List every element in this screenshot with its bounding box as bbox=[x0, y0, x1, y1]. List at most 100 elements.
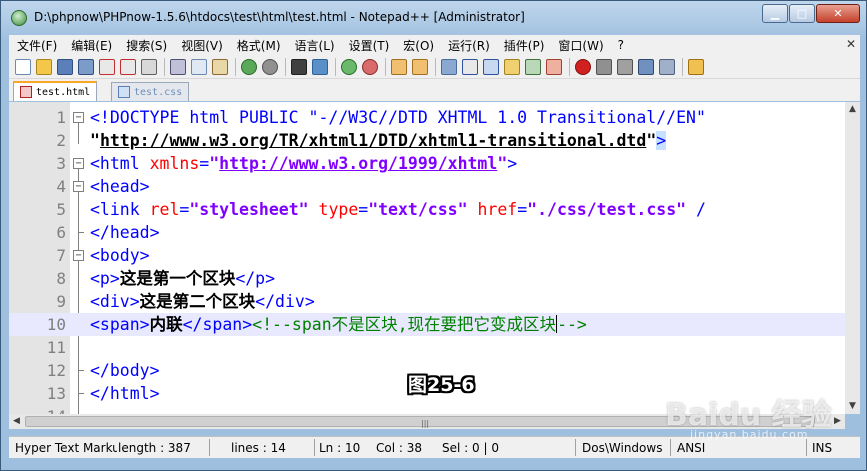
menu-file[interactable]: 文件(F) bbox=[9, 37, 63, 54]
close-window-button[interactable]: ✕ bbox=[816, 4, 860, 23]
quote: " bbox=[497, 154, 508, 173]
window-controls: ▁ □ ✕ bbox=[761, 4, 860, 23]
code-line[interactable]: 7 <body> bbox=[9, 244, 845, 267]
toolbar-separator bbox=[235, 57, 236, 76]
sync-v-icon[interactable] bbox=[391, 58, 407, 75]
code-line[interactable]: 8 <p>这是第一个区块</p> bbox=[9, 267, 845, 290]
zoom-in-icon[interactable] bbox=[341, 58, 357, 75]
all-chars-icon[interactable] bbox=[462, 58, 478, 75]
toolbar bbox=[9, 55, 860, 79]
close-document-icon[interactable]: ✕ bbox=[846, 37, 856, 51]
menu-window[interactable]: 窗口(W) bbox=[550, 37, 609, 54]
find-icon[interactable] bbox=[291, 58, 307, 75]
tab-test-html[interactable]: test.html bbox=[13, 81, 98, 101]
code-line[interactable]: 4 <head> bbox=[9, 175, 845, 198]
tag: <body> bbox=[90, 246, 150, 265]
close-all-icon[interactable] bbox=[120, 58, 136, 75]
indent-guide-icon[interactable] bbox=[483, 58, 499, 75]
code-editor[interactable]: − − − − 1 <!DOCTYPE html PUBLIC "-//W3C/… bbox=[9, 102, 845, 414]
undo-icon[interactable] bbox=[241, 58, 257, 75]
menu-macro[interactable]: 宏(O) bbox=[395, 37, 440, 54]
minimize-icon: ▁ bbox=[770, 7, 780, 20]
maximize-icon: □ bbox=[796, 7, 808, 20]
close-icon[interactable] bbox=[99, 58, 115, 75]
menu-run[interactable]: 运行(R) bbox=[440, 37, 496, 54]
status-divider bbox=[670, 439, 671, 456]
scroll-left-icon[interactable]: ◀ bbox=[9, 414, 24, 429]
tag-bracket: > bbox=[507, 154, 518, 173]
equals: = bbox=[179, 200, 190, 219]
run-icon[interactable] bbox=[688, 58, 704, 75]
code-line[interactable]: 1 <!DOCTYPE html PUBLIC "-//W3C//DTD XHT… bbox=[9, 106, 845, 129]
menu-search[interactable]: 搜索(S) bbox=[118, 37, 173, 54]
minimize-button[interactable]: ▁ bbox=[762, 4, 788, 23]
menu-edit[interactable]: 编辑(E) bbox=[63, 37, 118, 54]
wrap-icon[interactable] bbox=[441, 58, 457, 75]
title-bar[interactable]: D:\phpnow\PHPnow-1.5.6\htdocs\test\html\… bbox=[1, 1, 866, 35]
copy-icon[interactable] bbox=[191, 58, 207, 75]
toolbar-separator bbox=[569, 57, 570, 76]
tag: </span> bbox=[182, 315, 253, 334]
zoom-out-icon[interactable] bbox=[362, 58, 378, 75]
menu-settings[interactable]: 设置(T) bbox=[341, 37, 396, 54]
print-icon[interactable] bbox=[141, 58, 157, 75]
open-file-icon[interactable] bbox=[36, 58, 52, 75]
save-macro-icon[interactable] bbox=[659, 58, 675, 75]
code-text: "http://www.w3.org/TR/xhtml1/DTD/xhtml1-… bbox=[90, 129, 667, 152]
code-line[interactable]: 3 <html xmlns="http://www.w3.org/1999/xh… bbox=[9, 152, 845, 175]
code-line[interactable]: 6 </head> bbox=[9, 221, 845, 244]
code-line[interactable]: 9 <div>这是第二个区块</div> bbox=[9, 290, 845, 313]
replace-icon[interactable] bbox=[312, 58, 328, 75]
menu-plugins[interactable]: 插件(P) bbox=[496, 37, 551, 54]
code-text: <!DOCTYPE html PUBLIC "-//W3C//DTD XHTML… bbox=[90, 106, 706, 129]
equals: = bbox=[199, 154, 210, 173]
menu-language[interactable]: 语言(L) bbox=[287, 37, 341, 54]
line-number: 9 bbox=[56, 292, 66, 311]
record-icon[interactable] bbox=[575, 58, 591, 75]
scroll-down-icon[interactable]: ▼ bbox=[845, 399, 860, 414]
status-encoding: ANSI bbox=[677, 441, 706, 455]
line-number: 14 bbox=[9, 405, 66, 414]
grip-icon: ||| bbox=[421, 419, 430, 428]
save-icon[interactable] bbox=[57, 58, 73, 75]
code-line[interactable]: 2 "http://www.w3.org/TR/xhtml1/DTD/xhtml… bbox=[9, 129, 845, 152]
lang-icon[interactable] bbox=[504, 58, 520, 75]
redo-icon[interactable] bbox=[262, 58, 278, 75]
code-text: <head> bbox=[90, 175, 150, 198]
toolbar-separator bbox=[385, 57, 386, 76]
code-line-current[interactable]: 10 <span>内联</span><!--span不是区块,现在要把它变成区块… bbox=[9, 313, 845, 336]
code-line[interactable]: 11 bbox=[9, 336, 845, 359]
play-multi-icon[interactable] bbox=[638, 58, 654, 75]
paste-icon[interactable] bbox=[212, 58, 228, 75]
vertical-scrollbar[interactable]: ▲ ▼ bbox=[845, 102, 860, 414]
equals: = bbox=[517, 200, 528, 219]
scroll-up-icon[interactable]: ▲ bbox=[845, 102, 860, 117]
sync-h-icon[interactable] bbox=[412, 58, 428, 75]
tab-label: test.css bbox=[134, 86, 183, 98]
cut-icon[interactable] bbox=[170, 58, 186, 75]
maximize-button[interactable]: □ bbox=[789, 4, 815, 23]
save-all-icon[interactable] bbox=[78, 58, 94, 75]
func-list-icon[interactable] bbox=[546, 58, 562, 75]
play-icon[interactable] bbox=[617, 58, 633, 75]
scroll-right-icon[interactable]: ▶ bbox=[830, 414, 845, 429]
menu-format[interactable]: 格式(M) bbox=[229, 37, 287, 54]
tab-label: test.html bbox=[36, 86, 91, 98]
menu-help[interactable]: ? bbox=[610, 38, 630, 52]
map-icon[interactable] bbox=[525, 58, 541, 75]
quote: " bbox=[209, 154, 220, 173]
code-line[interactable]: 5 <link rel="stylesheet" type="text/css"… bbox=[9, 198, 845, 221]
status-selection: Sel : 0 | 0 bbox=[442, 441, 499, 455]
menu-view[interactable]: 视图(V) bbox=[173, 37, 229, 54]
stop-icon[interactable] bbox=[596, 58, 612, 75]
new-file-icon[interactable] bbox=[15, 58, 31, 75]
dtd-url[interactable]: http://www.w3.org/TR/xhtml1/DTD/xhtml1-t… bbox=[100, 131, 646, 150]
notepadpp-app-icon bbox=[11, 10, 27, 26]
toolbar-separator bbox=[335, 57, 336, 76]
saved-file-icon bbox=[118, 86, 130, 98]
line-number: 12 bbox=[46, 361, 66, 380]
xmlns-url[interactable]: http://www.w3.org/1999/xhtml bbox=[219, 154, 497, 173]
quote: " bbox=[90, 131, 100, 150]
text-content: 这是第二个区块 bbox=[139, 292, 256, 311]
tab-test-css[interactable]: test.css bbox=[111, 82, 190, 101]
